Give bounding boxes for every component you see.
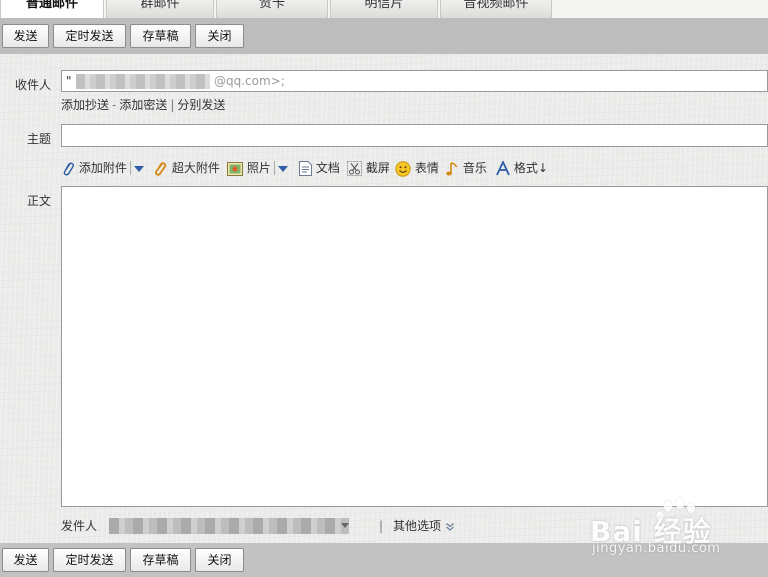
close-button[interactable]: 关闭: [195, 548, 244, 572]
font-format-icon: [496, 161, 510, 176]
add-attachment-label: 添加附件: [78, 161, 127, 175]
save-draft-button[interactable]: 存草稿: [130, 548, 191, 572]
large-attachment-button[interactable]: 超大附件: [152, 158, 220, 178]
add-cc-link[interactable]: 添加抄送: [61, 98, 109, 112]
sender-separator: |: [379, 519, 384, 533]
cc-separator-pipe: |: [170, 98, 175, 112]
body-editor[interactable]: [61, 186, 768, 507]
cc-separator-dash: -: [112, 98, 117, 112]
recipient-value-suffix: @qq.com>;: [214, 74, 285, 88]
sender-row: 发件人 | 其他选项: [61, 517, 454, 535]
bottom-toolbar: 发送 定时发送 存草稿 关闭: [0, 543, 768, 577]
tab-postcard[interactable]: 明信片: [330, 0, 438, 18]
close-button[interactable]: 关闭: [195, 24, 244, 48]
redacted-sender[interactable]: [109, 518, 349, 534]
other-options-link[interactable]: | 其他选项: [379, 517, 455, 535]
emoji-button[interactable]: 表情: [395, 158, 439, 178]
sender-dropdown-icon[interactable]: [341, 523, 349, 528]
body-label: 正文: [26, 194, 51, 208]
divider: [274, 161, 275, 175]
add-bcc-link[interactable]: 添加密送: [119, 98, 167, 112]
tab-normal-mail[interactable]: 普通邮件: [0, 0, 104, 18]
photo-icon: [227, 161, 243, 176]
recipient-label: 收件人: [14, 78, 51, 92]
large-attachment-label: 超大附件: [171, 161, 220, 175]
send-button[interactable]: 发送: [2, 24, 49, 48]
double-chevron-down-icon: [446, 522, 454, 531]
smiley-icon: [395, 160, 411, 177]
tab-video-mail[interactable]: 音视频邮件: [440, 0, 552, 18]
tab-greeting-card[interactable]: 贺卡: [216, 0, 328, 18]
separate-send-link[interactable]: 分别发送: [177, 98, 225, 112]
screenshot-label: 截屏: [365, 161, 390, 175]
recipient-value-prefix: ": [66, 74, 72, 88]
scheduled-send-button[interactable]: 定时发送: [53, 548, 126, 572]
add-attachment-button[interactable]: 添加附件: [61, 158, 127, 178]
photo-label: 照片: [246, 161, 271, 175]
add-attachment-dropdown-icon[interactable]: [134, 166, 144, 172]
subject-input[interactable]: [61, 124, 768, 147]
save-draft-button[interactable]: 存草稿: [130, 24, 191, 48]
photo-button[interactable]: 照片: [227, 158, 271, 178]
paperclip-icon: [63, 161, 75, 175]
send-button[interactable]: 发送: [2, 548, 49, 572]
music-note-icon: [446, 161, 458, 175]
photo-dropdown-icon[interactable]: [278, 166, 288, 172]
format-button[interactable]: 格式↓: [496, 158, 548, 178]
redacted-recipient: [76, 74, 210, 89]
cc-links: 添加抄送 - 添加密送 | 分别发送: [61, 96, 225, 113]
compose-type-tabs: 普通邮件 群邮件 贺卡 明信片 音视频邮件: [0, 0, 768, 18]
emoji-label: 表情: [414, 161, 439, 175]
document-icon: [299, 161, 312, 176]
large-paperclip-icon: [154, 161, 167, 176]
divider: [130, 161, 131, 175]
music-label: 音乐: [462, 161, 487, 175]
tab-group-mail[interactable]: 群邮件: [106, 0, 214, 18]
document-label: 文档: [315, 161, 340, 175]
subject-label: 主题: [26, 132, 51, 146]
recipient-input[interactable]: " @qq.com>;: [61, 70, 768, 92]
scheduled-send-button[interactable]: 定时发送: [53, 24, 126, 48]
screenshot-button[interactable]: 截屏: [347, 158, 390, 178]
music-button[interactable]: 音乐: [445, 158, 487, 178]
sender-label: 发件人: [61, 519, 98, 533]
scissors-icon: [347, 161, 362, 176]
document-button[interactable]: 文档: [299, 158, 340, 178]
other-options-label: 其他选项: [393, 519, 442, 533]
format-label: 格式↓: [513, 161, 548, 175]
compose-page: 普通邮件 群邮件 贺卡 明信片 音视频邮件 发送 定时发送 存草稿 关闭 收件人…: [0, 0, 768, 577]
top-toolbar: 发送 定时发送 存草稿 关闭: [0, 18, 768, 54]
